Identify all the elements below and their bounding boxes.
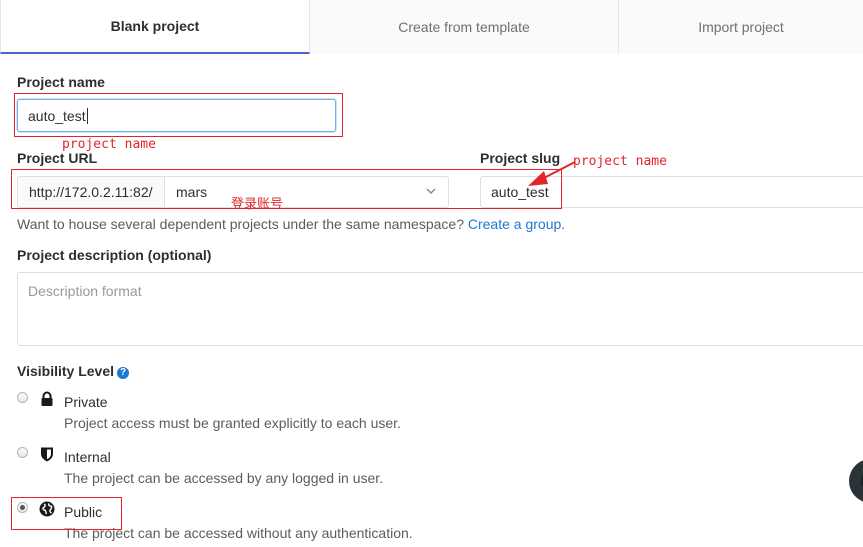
visibility-radio-private[interactable] [17,392,28,403]
description-label: Project description (optional) [17,247,212,263]
tab-create-from-template[interactable]: Create from template [310,0,619,54]
visibility-title-internal: Internal [64,449,111,465]
visibility-title-private: Private [64,394,108,410]
annotation-box-project-name [14,93,343,137]
visibility-desc-private: Project access must be granted explicitl… [64,415,401,431]
visibility-label: Visibility Level? [17,363,130,379]
namespace-help-text: Want to house several dependent projects… [17,216,565,232]
annotation-login-account: 登录账号 [231,197,284,212]
annotation-box-url-slug [11,169,562,209]
annotation-project-name: project name [62,137,156,152]
visibility-desc-internal: The project can be accessed by any logge… [64,470,384,486]
annotation-slug-name: project name [573,154,667,169]
project-name-label: Project name [17,74,105,90]
namespace-help: Want to house several dependent projects… [17,216,464,232]
annotation-arrow-icon [528,161,576,186]
description-textarea[interactable]: Description format [17,272,863,346]
annotation-box-public [11,497,122,530]
project-tabs: Blank project Create from template Impor… [0,0,863,54]
project-url-label: Project URL [17,150,98,166]
visibility-label-text: Visibility Level [17,363,115,379]
question-circle-icon[interactable]: ? [117,366,130,379]
create-group-link[interactable]: Create a group. [468,216,565,232]
lock-icon [41,391,53,406]
visibility-radio-internal[interactable] [17,447,28,458]
tab-blank-project[interactable]: Blank project [0,0,310,54]
tab-import-project[interactable]: Import project [619,0,863,54]
shield-icon [41,447,53,462]
